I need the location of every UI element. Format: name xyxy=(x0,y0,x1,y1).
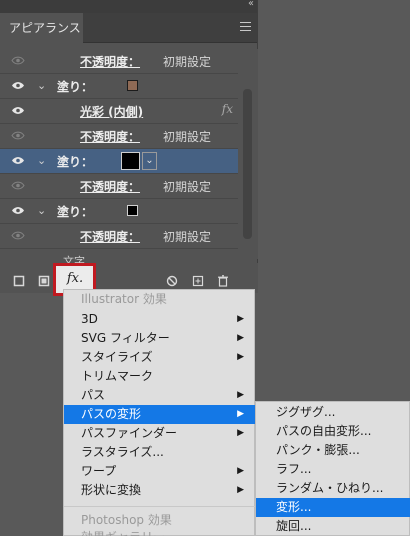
submenu-item-roughen[interactable]: ラフ... xyxy=(256,460,410,479)
menu-item-warp[interactable]: ワープ ▶ xyxy=(64,462,256,481)
menu-item-label: 3D xyxy=(81,312,98,326)
row-value: 初期設定 xyxy=(163,180,212,194)
submenu-arrow-icon: ▶ xyxy=(237,333,244,343)
row-label: 塗り： xyxy=(57,155,94,169)
list-item[interactable]: 不透明度： 初期設定 xyxy=(0,124,238,149)
submenu-item-zigzag[interactable]: ジグザグ... xyxy=(256,403,410,422)
row-value: 初期設定 xyxy=(163,230,212,244)
submenu-arrow-icon: ▶ xyxy=(237,485,244,495)
fill-swatch[interactable] xyxy=(121,152,140,170)
add-stroke-icon[interactable] xyxy=(13,272,25,287)
menu-item-3d[interactable]: 3D ▶ xyxy=(64,310,256,329)
list-item[interactable]: 不透明度： 初期設定 xyxy=(0,224,238,249)
menu-section-header: Illustrator 効果 xyxy=(81,292,167,306)
menu-item-label: トリムマーク xyxy=(81,369,154,383)
visibility-eye-icon[interactable] xyxy=(11,156,25,165)
menu-item-rasterize[interactable]: ラスタライズ... xyxy=(64,443,256,462)
submenu-arrow-icon: ▶ xyxy=(237,314,244,324)
menu-item-label: ワープ xyxy=(81,464,117,478)
tab-appearance[interactable]: アピアランス xyxy=(0,13,83,43)
visibility-eye-icon[interactable] xyxy=(11,56,25,65)
panel-tabbar: アピアランス xyxy=(0,13,257,43)
submenu-item-free-distort[interactable]: パスの自由変形... xyxy=(256,422,410,441)
submenu-arrow-icon: ▶ xyxy=(237,390,244,400)
menu-item-label: 形状に変換 xyxy=(81,483,142,497)
appearance-list: 不透明度： 初期設定 ⌄ 塗り： 光彩 (内側) fx 不透明度： 初期設定 ⌄… xyxy=(0,49,258,259)
duplicate-item-icon[interactable] xyxy=(192,272,204,287)
list-item[interactable]: 不透明度： 初期設定 xyxy=(0,49,238,74)
fx-icon: fx xyxy=(221,102,233,116)
swatch-dropdown-chevron-icon[interactable]: ⌄ xyxy=(142,152,157,170)
row-label: 塗り： xyxy=(57,205,94,219)
row-label[interactable]: 不透明度： xyxy=(80,178,140,195)
menu-item-stylize[interactable]: スタイライズ ▶ xyxy=(64,348,256,367)
menu-item-label: ラスタライズ... xyxy=(81,445,164,459)
row-value: 初期設定 xyxy=(163,130,212,144)
chevron-down-icon[interactable]: ⌄ xyxy=(37,79,46,92)
menu-item-label: パスファインダー xyxy=(81,426,178,440)
row-label[interactable]: 不透明度： xyxy=(80,228,140,245)
menu-item-pathfinder[interactable]: パスファインダー ▶ xyxy=(64,424,256,443)
visibility-eye-icon[interactable] xyxy=(11,181,25,190)
panel-scrollbar[interactable] xyxy=(239,49,258,259)
visibility-eye-icon[interactable] xyxy=(11,231,25,240)
visibility-eye-icon[interactable] xyxy=(11,206,25,215)
list-item[interactable]: 不透明度： 初期設定 xyxy=(0,174,238,199)
menu-item-label: スタイライズ xyxy=(81,350,153,364)
menu-item-effect-gallery[interactable]: 効果ギャラリー xyxy=(64,528,256,536)
submenu-item-transform[interactable]: 変形... xyxy=(256,498,410,517)
menu-item-label: パス xyxy=(81,388,106,402)
visibility-eye-icon[interactable] xyxy=(11,131,25,140)
collapse-arrows-icon[interactable]: ‹‹ xyxy=(248,0,254,9)
menu-item-convert-to-shape[interactable]: 形状に変換 ▶ xyxy=(64,481,256,500)
menu-item-label: パスの変形 xyxy=(81,407,142,421)
panel-menu-icon[interactable] xyxy=(240,22,251,34)
row-label[interactable]: 不透明度： xyxy=(80,128,140,145)
submenu-arrow-icon: ▶ xyxy=(237,409,244,419)
submenu-item-tweak[interactable]: ランダム・ひねり... xyxy=(256,479,410,498)
menu-divider xyxy=(64,506,256,507)
list-item-selected[interactable]: ⌄ 塗り： ⌄ xyxy=(0,149,238,174)
visibility-eye-icon[interactable] xyxy=(11,106,25,115)
menu-item-label: SVG フィルター xyxy=(81,331,170,345)
fill-swatch[interactable] xyxy=(127,205,138,216)
list-item[interactable]: ⌄ 塗り： xyxy=(0,74,238,99)
menu-item-trim-marks[interactable]: トリムマーク xyxy=(64,367,256,386)
row-value: 初期設定 xyxy=(163,55,212,69)
add-fill-icon[interactable] xyxy=(38,272,50,287)
effect-menu: Illustrator 効果 3D ▶ SVG フィルター ▶ スタイライズ ▶ トリ… xyxy=(63,289,256,536)
submenu-arrow-icon: ▶ xyxy=(237,466,244,476)
row-label: 塗り： xyxy=(57,80,94,94)
list-item[interactable]: ⌄ 塗り： xyxy=(0,199,238,224)
appearance-panel: ‹‹ アピアランス 不透明度： 初期設定 ⌄ 塗り： 光彩 (内側) fx 不透… xyxy=(0,0,258,296)
fill-swatch[interactable] xyxy=(127,80,138,91)
trash-icon[interactable] xyxy=(217,272,229,287)
menu-item-path[interactable]: パス ▶ xyxy=(64,386,256,405)
submenu-arrow-icon: ▶ xyxy=(237,428,244,438)
menu-item-svg-filter[interactable]: SVG フィルター ▶ xyxy=(64,329,256,348)
visibility-eye-icon[interactable] xyxy=(11,81,25,90)
tab-title: アピアランス xyxy=(9,21,81,35)
panel-collapse-bar[interactable]: ‹‹ xyxy=(0,0,257,13)
distort-transform-submenu: ジグザグ... パスの自由変形... パンク・膨張... ラフ... ランダム・… xyxy=(255,401,410,536)
submenu-item-twist[interactable]: 旋回... xyxy=(256,517,410,536)
list-item[interactable]: 光彩 (内側) fx xyxy=(0,99,238,124)
scrollbar-thumb[interactable] xyxy=(243,89,252,239)
row-label[interactable]: 不透明度： xyxy=(80,53,140,70)
submenu-arrow-icon: ▶ xyxy=(237,352,244,362)
fx-icon: fx. xyxy=(60,270,90,290)
row-label[interactable]: 光彩 (内側) xyxy=(80,103,143,120)
menu-item-distort-transform[interactable]: パスの変形 ▶ xyxy=(64,405,256,424)
chevron-down-icon[interactable]: ⌄ xyxy=(37,204,46,217)
submenu-item-pucker-bloat[interactable]: パンク・膨張... xyxy=(256,441,410,460)
chevron-down-icon[interactable]: ⌄ xyxy=(37,154,46,167)
clear-appearance-icon[interactable] xyxy=(166,272,178,287)
